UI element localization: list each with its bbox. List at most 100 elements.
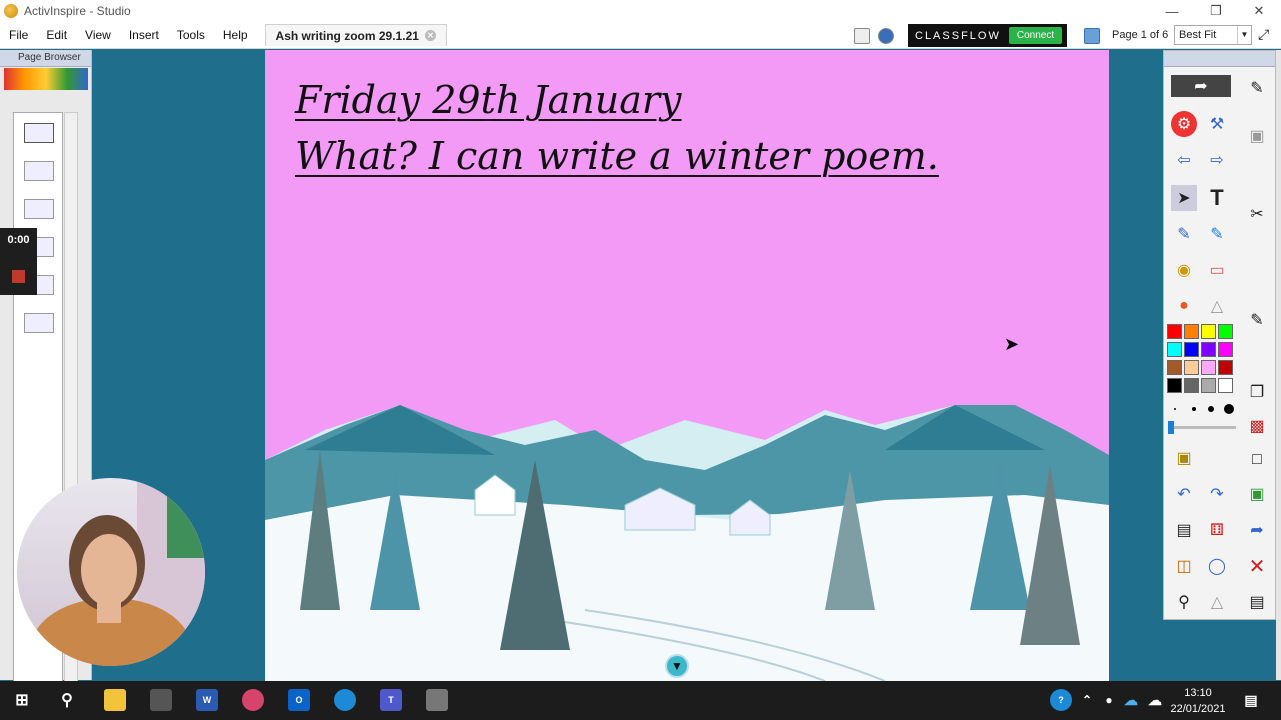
highlighter-icon[interactable]: ✎ xyxy=(1204,221,1230,247)
activinspire-taskbar-icon[interactable] xyxy=(426,689,448,711)
clipboard-icon[interactable]: ▤ xyxy=(1244,589,1270,615)
color-swatch-blue[interactable] xyxy=(1184,342,1199,357)
tools-icon[interactable]: ⚒ xyxy=(1204,111,1230,137)
group-icon[interactable]: ▣ xyxy=(1244,123,1270,149)
dice-icon[interactable]: ⚅ xyxy=(1204,517,1230,543)
page-thumbnail[interactable] xyxy=(24,123,54,143)
text-tool-icon[interactable]: T xyxy=(1204,185,1230,211)
menu-edit[interactable]: Edit xyxy=(37,28,76,42)
previous-page-icon[interactable]: ⇦ xyxy=(1171,147,1197,173)
color-swatch-grey[interactable] xyxy=(1201,378,1216,393)
next-page-icon[interactable]: ⇨ xyxy=(1204,147,1230,173)
select-icon[interactable]: ➤ xyxy=(1171,185,1197,211)
pen-tool-icon[interactable]: ✎ xyxy=(1244,75,1270,101)
file-explorer-icon[interactable] xyxy=(104,689,126,711)
edge-icon[interactable] xyxy=(334,689,356,711)
menu-view[interactable]: View xyxy=(76,28,120,42)
eraser-icon[interactable]: ▭ xyxy=(1204,257,1230,283)
dashboard-icon[interactable] xyxy=(878,28,894,44)
color-swatch-pink[interactable] xyxy=(1201,360,1216,375)
page-thumbnail[interactable] xyxy=(24,199,54,219)
pen-width-dots[interactable] xyxy=(1172,404,1234,414)
reveal-tool-icon[interactable]: ▤ xyxy=(1171,517,1197,543)
dual-user-icon[interactable] xyxy=(854,28,870,44)
color-swatch-orange[interactable] xyxy=(1184,324,1199,339)
browser-tabs-icons[interactable] xyxy=(4,68,88,90)
fill-icon[interactable]: ◉ xyxy=(1171,257,1197,283)
share-icon[interactable]: ➦ xyxy=(1171,75,1231,97)
mouse-cursor-icon: ➤ xyxy=(1004,334,1020,354)
magic-ink-icon[interactable]: △ xyxy=(1204,293,1230,319)
shape-icon[interactable]: ● xyxy=(1171,293,1197,319)
page-menu-button[interactable]: ▼ xyxy=(665,654,689,678)
color-swatch-magenta[interactable] xyxy=(1218,342,1233,357)
document-tab[interactable]: Ash writing zoom 29.1.21 ✕ xyxy=(264,24,447,46)
color-swatch-brown[interactable] xyxy=(1167,360,1182,375)
menu-file[interactable]: File xyxy=(0,28,37,42)
onedrive-icon[interactable]: ☁ xyxy=(1120,689,1142,711)
background-icon[interactable]: ▣ xyxy=(1244,481,1270,507)
stop-record-icon[interactable] xyxy=(12,270,25,283)
record-icon[interactable]: ▩ xyxy=(1244,413,1270,439)
color-swatch-green[interactable] xyxy=(1218,324,1233,339)
page-settings-icon[interactable] xyxy=(1084,28,1100,44)
page-thumbnail[interactable] xyxy=(24,313,54,333)
activinspire-icon[interactable]: ⚙ xyxy=(1171,111,1197,137)
word-icon[interactable]: W xyxy=(196,689,218,711)
system-clock[interactable]: 13:10 22/01/2021 xyxy=(1170,685,1226,717)
menu-help[interactable]: Help xyxy=(214,28,257,42)
notifications-icon[interactable]: ▤ xyxy=(1240,689,1262,711)
undo-icon[interactable]: ↶ xyxy=(1171,481,1197,507)
clapper-icon[interactable]: ▣ xyxy=(1171,445,1197,471)
pen-icon[interactable]: ✎ xyxy=(1171,221,1197,247)
close-tab-icon[interactable]: ✕ xyxy=(424,30,436,41)
color-swatch-darkgrey[interactable] xyxy=(1184,378,1199,393)
pen-width-slider[interactable] xyxy=(1168,421,1236,434)
delete-icon[interactable]: ✕ xyxy=(1244,553,1270,579)
outlook-icon[interactable]: O xyxy=(288,689,310,711)
color-swatch-cyan[interactable] xyxy=(1167,342,1182,357)
resource-icon[interactable]: ◫ xyxy=(1171,553,1197,579)
color-swatch-peach[interactable] xyxy=(1184,360,1199,375)
recorder-time: 0:00 xyxy=(7,234,30,246)
color-swatch-yellow[interactable] xyxy=(1201,324,1216,339)
close-window-button[interactable]: ✕ xyxy=(1237,0,1281,22)
page-icon[interactable]: □ xyxy=(1244,447,1270,473)
color-swatch-red[interactable] xyxy=(1167,324,1182,339)
minimize-button[interactable]: — xyxy=(1150,0,1194,22)
menu-insert[interactable]: Insert xyxy=(120,28,168,42)
handwriting-icon[interactable]: △ xyxy=(1204,589,1230,615)
page-thumbnail[interactable] xyxy=(24,161,54,181)
duplicate-icon[interactable]: ❐ xyxy=(1244,379,1270,405)
clock-time: 13:10 xyxy=(1184,687,1212,699)
cloud-icon[interactable]: ☁ xyxy=(1144,689,1166,711)
color-swatch-darkred[interactable] xyxy=(1218,360,1233,375)
magnifier-icon[interactable]: ⚲ xyxy=(1171,589,1197,615)
flipchart-canvas[interactable]: Friday 29th January What? I can write a … xyxy=(265,50,1109,681)
microphone-icon[interactable]: ● xyxy=(1098,689,1120,711)
teams-icon[interactable]: T xyxy=(380,689,402,711)
chevron-down-icon[interactable]: ▼ xyxy=(1237,26,1251,44)
color-swatch-purple[interactable] xyxy=(1201,342,1216,357)
edit-icon[interactable]: ✎ xyxy=(1244,307,1270,333)
maximize-button[interactable]: ❐ xyxy=(1194,0,1238,22)
help-icon[interactable]: ? xyxy=(1050,689,1072,711)
insert-icon[interactable]: ➦ xyxy=(1244,517,1270,543)
zoom-select[interactable]: Best Fit ▼ xyxy=(1174,25,1252,45)
paint-icon[interactable] xyxy=(242,689,264,711)
color-swatch-black[interactable] xyxy=(1167,378,1182,393)
menu-tools[interactable]: Tools xyxy=(168,28,214,42)
search-icon[interactable]: ⚲ xyxy=(56,689,78,711)
color-swatch-white[interactable] xyxy=(1218,378,1233,393)
chevron-up-icon[interactable]: ⌃ xyxy=(1076,689,1098,711)
scissors-icon[interactable]: ✂ xyxy=(1244,201,1270,227)
connect-button[interactable]: Connect xyxy=(1008,27,1063,44)
sims-app-icon[interactable] xyxy=(150,689,172,711)
redo-icon[interactable]: ↷ xyxy=(1204,481,1230,507)
fullscreen-icon[interactable]: ⤢ xyxy=(1258,26,1274,42)
learning-objective[interactable]: What? I can write a winter poem. xyxy=(295,134,939,178)
web-browser-icon[interactable]: ◯ xyxy=(1204,553,1230,579)
date-heading[interactable]: Friday 29th January xyxy=(295,78,682,122)
windows-start-icon[interactable]: ⊞ xyxy=(11,689,33,711)
zoom-select-value: Best Fit xyxy=(1179,29,1217,41)
